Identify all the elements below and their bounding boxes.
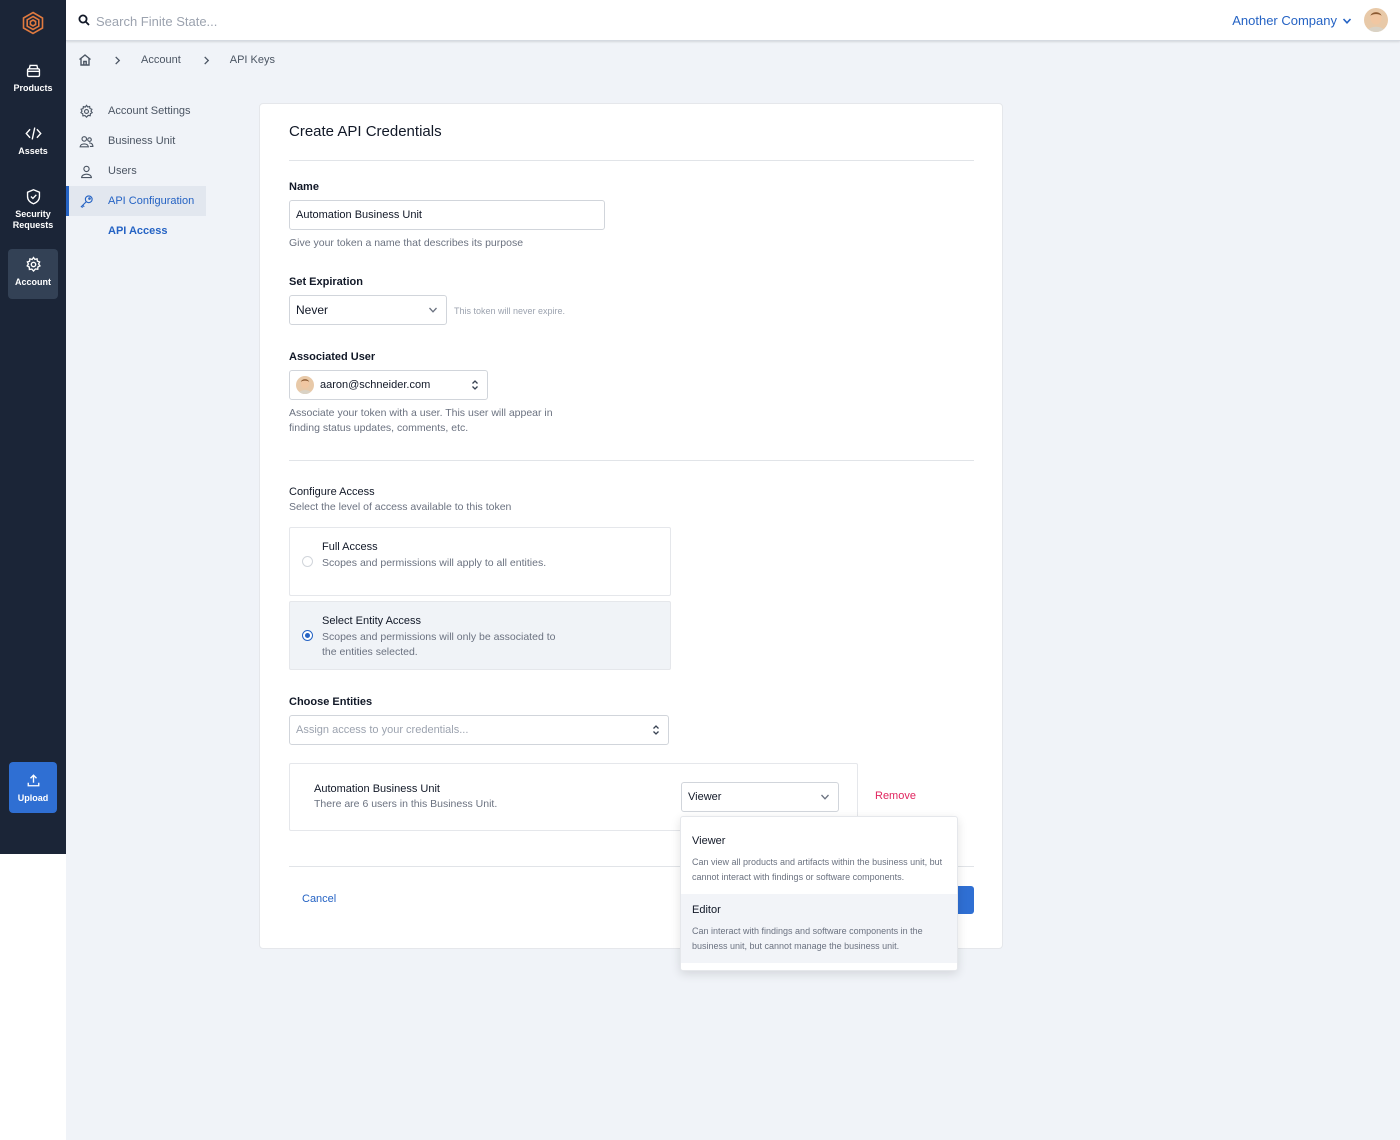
left-nav-rail: Products Assets Security Requests Accoun… <box>0 0 66 854</box>
box-icon <box>26 64 40 78</box>
code-icon <box>24 127 42 140</box>
select-arrows-icon <box>472 380 478 390</box>
select-entity-access-title: Select Entity Access <box>322 615 422 627</box>
subnav-account-settings-label: Account Settings <box>108 105 191 117</box>
user-avatar-image <box>1364 8 1388 32</box>
nav-security-requests-label: Security Requests <box>12 209 54 230</box>
avatar <box>296 376 314 394</box>
expiration-label: Set Expiration <box>289 276 363 288</box>
subnav-account-settings[interactable]: Account Settings <box>66 96 206 126</box>
nav-assets[interactable]: Assets <box>8 125 58 165</box>
chevron-right-icon <box>204 55 209 65</box>
subnav-api-configuration-label: API Configuration <box>108 195 195 207</box>
chevron-right-icon <box>115 55 121 65</box>
entity-role-select[interactable]: Viewer <box>681 782 839 812</box>
breadcrumb: Account API Keys <box>78 53 275 67</box>
subnav-api-access[interactable]: API Access <box>66 216 206 246</box>
shield-icon <box>26 188 40 205</box>
home-icon[interactable] <box>78 53 92 67</box>
avatar[interactable] <box>1364 8 1388 32</box>
gear-icon <box>80 103 94 118</box>
nav-products-label: Products <box>13 83 53 93</box>
nav-assets-label: Assets <box>18 146 48 156</box>
upload-icon <box>27 773 39 786</box>
role-dropdown-menu: Viewer Can view all products and artifac… <box>680 816 958 971</box>
top-bar: Another Company <box>66 0 1400 41</box>
remove-entity-link[interactable]: Remove <box>875 790 916 802</box>
gear-icon <box>25 256 41 272</box>
entity-name: Automation Business Unit <box>314 783 440 795</box>
associated-user-label: Associated User <box>289 351 376 363</box>
rail-bottom-area <box>0 854 66 1140</box>
nav-account[interactable]: Account <box>8 249 58 299</box>
nav-products[interactable]: Products <box>8 62 58 102</box>
user-icon <box>81 165 92 178</box>
account-subnav: Account Settings Business Unit Users API… <box>66 96 206 246</box>
full-access-title: Full Access <box>322 541 378 553</box>
subnav-users-label: Users <box>108 165 137 177</box>
choose-entities-select[interactable]: Assign access to your credentials... <box>289 715 669 745</box>
users-icon <box>79 135 94 147</box>
name-help: Give your token a name that describes it… <box>289 237 524 249</box>
entity-role-value: Viewer <box>688 791 722 803</box>
role-option-title: Viewer <box>692 835 726 847</box>
role-option-desc: Can interact with findings and software … <box>692 926 923 951</box>
user-avatar-image <box>296 376 314 394</box>
role-option-viewer[interactable]: Viewer Can view all products and artifac… <box>681 825 957 894</box>
choose-entities-placeholder: Assign access to your credentials... <box>296 724 469 736</box>
subnav-business-unit-label: Business Unit <box>108 135 176 147</box>
name-field[interactable] <box>289 200 605 230</box>
nav-security-requests[interactable]: Security Requests <box>8 188 58 236</box>
role-option-desc: Can view all products and artifacts with… <box>692 857 943 882</box>
page-title: Create API Credentials <box>289 123 442 140</box>
name-label: Name <box>289 181 319 193</box>
finite-state-logo[interactable] <box>21 11 45 35</box>
company-name: Another Company <box>1232 13 1337 28</box>
select-entity-access-desc: Scopes and permissions will only be asso… <box>322 631 556 658</box>
configure-access-title: Configure Access <box>289 486 375 498</box>
nav-account-label: Account <box>15 277 51 287</box>
associated-user-help-1: Associate your token with a user. This u… <box>289 407 553 419</box>
search-icon <box>78 14 90 26</box>
expiration-value: Never <box>296 303 329 317</box>
subnav-business-unit[interactable]: Business Unit <box>66 126 206 156</box>
full-access-option[interactable]: Full Access Scopes and permissions will … <box>289 527 671 596</box>
company-switcher[interactable]: Another Company <box>1232 13 1352 28</box>
select-arrows-icon <box>653 725 659 735</box>
configure-access-subtitle: Select the level of access available to … <box>289 501 512 513</box>
chevron-down-icon <box>821 794 829 800</box>
breadcrumb-account[interactable]: Account <box>141 54 181 66</box>
choose-entities-label: Choose Entities <box>289 696 373 708</box>
subnav-api-configuration[interactable]: API Configuration <box>66 186 206 216</box>
divider <box>289 460 974 461</box>
select-entity-access-radio[interactable] <box>302 630 313 641</box>
breadcrumb-api-keys[interactable]: API Keys <box>230 54 275 66</box>
associated-user-select[interactable]: aaron@schneider.com <box>289 370 488 400</box>
upload-button[interactable]: Upload <box>9 762 57 813</box>
upload-label: Upload <box>17 792 49 803</box>
subnav-users[interactable]: Users <box>66 156 206 186</box>
search-input[interactable] <box>96 10 596 32</box>
key-icon <box>80 194 93 208</box>
select-entity-access-option[interactable]: Select Entity Access Scopes and permissi… <box>289 601 671 670</box>
expiration-select[interactable]: Never <box>289 295 447 325</box>
expiration-note: This token will never expire. <box>454 306 566 316</box>
full-access-desc: Scopes and permissions will apply to all… <box>322 557 547 569</box>
role-option-title: Editor <box>692 904 721 916</box>
associated-user-value: aaron@schneider.com <box>320 379 431 391</box>
associated-user-help-2: finding status updates, comments, etc. <box>289 422 469 434</box>
divider <box>289 160 974 161</box>
cancel-button[interactable]: Cancel <box>302 893 336 905</box>
chevron-down-icon <box>1342 17 1352 24</box>
chevron-down-icon <box>429 307 437 313</box>
role-option-editor[interactable]: Editor Can interact with findings and so… <box>681 894 957 963</box>
full-access-radio[interactable] <box>302 556 313 567</box>
entity-desc: There are 6 users in this Business Unit. <box>314 798 498 810</box>
